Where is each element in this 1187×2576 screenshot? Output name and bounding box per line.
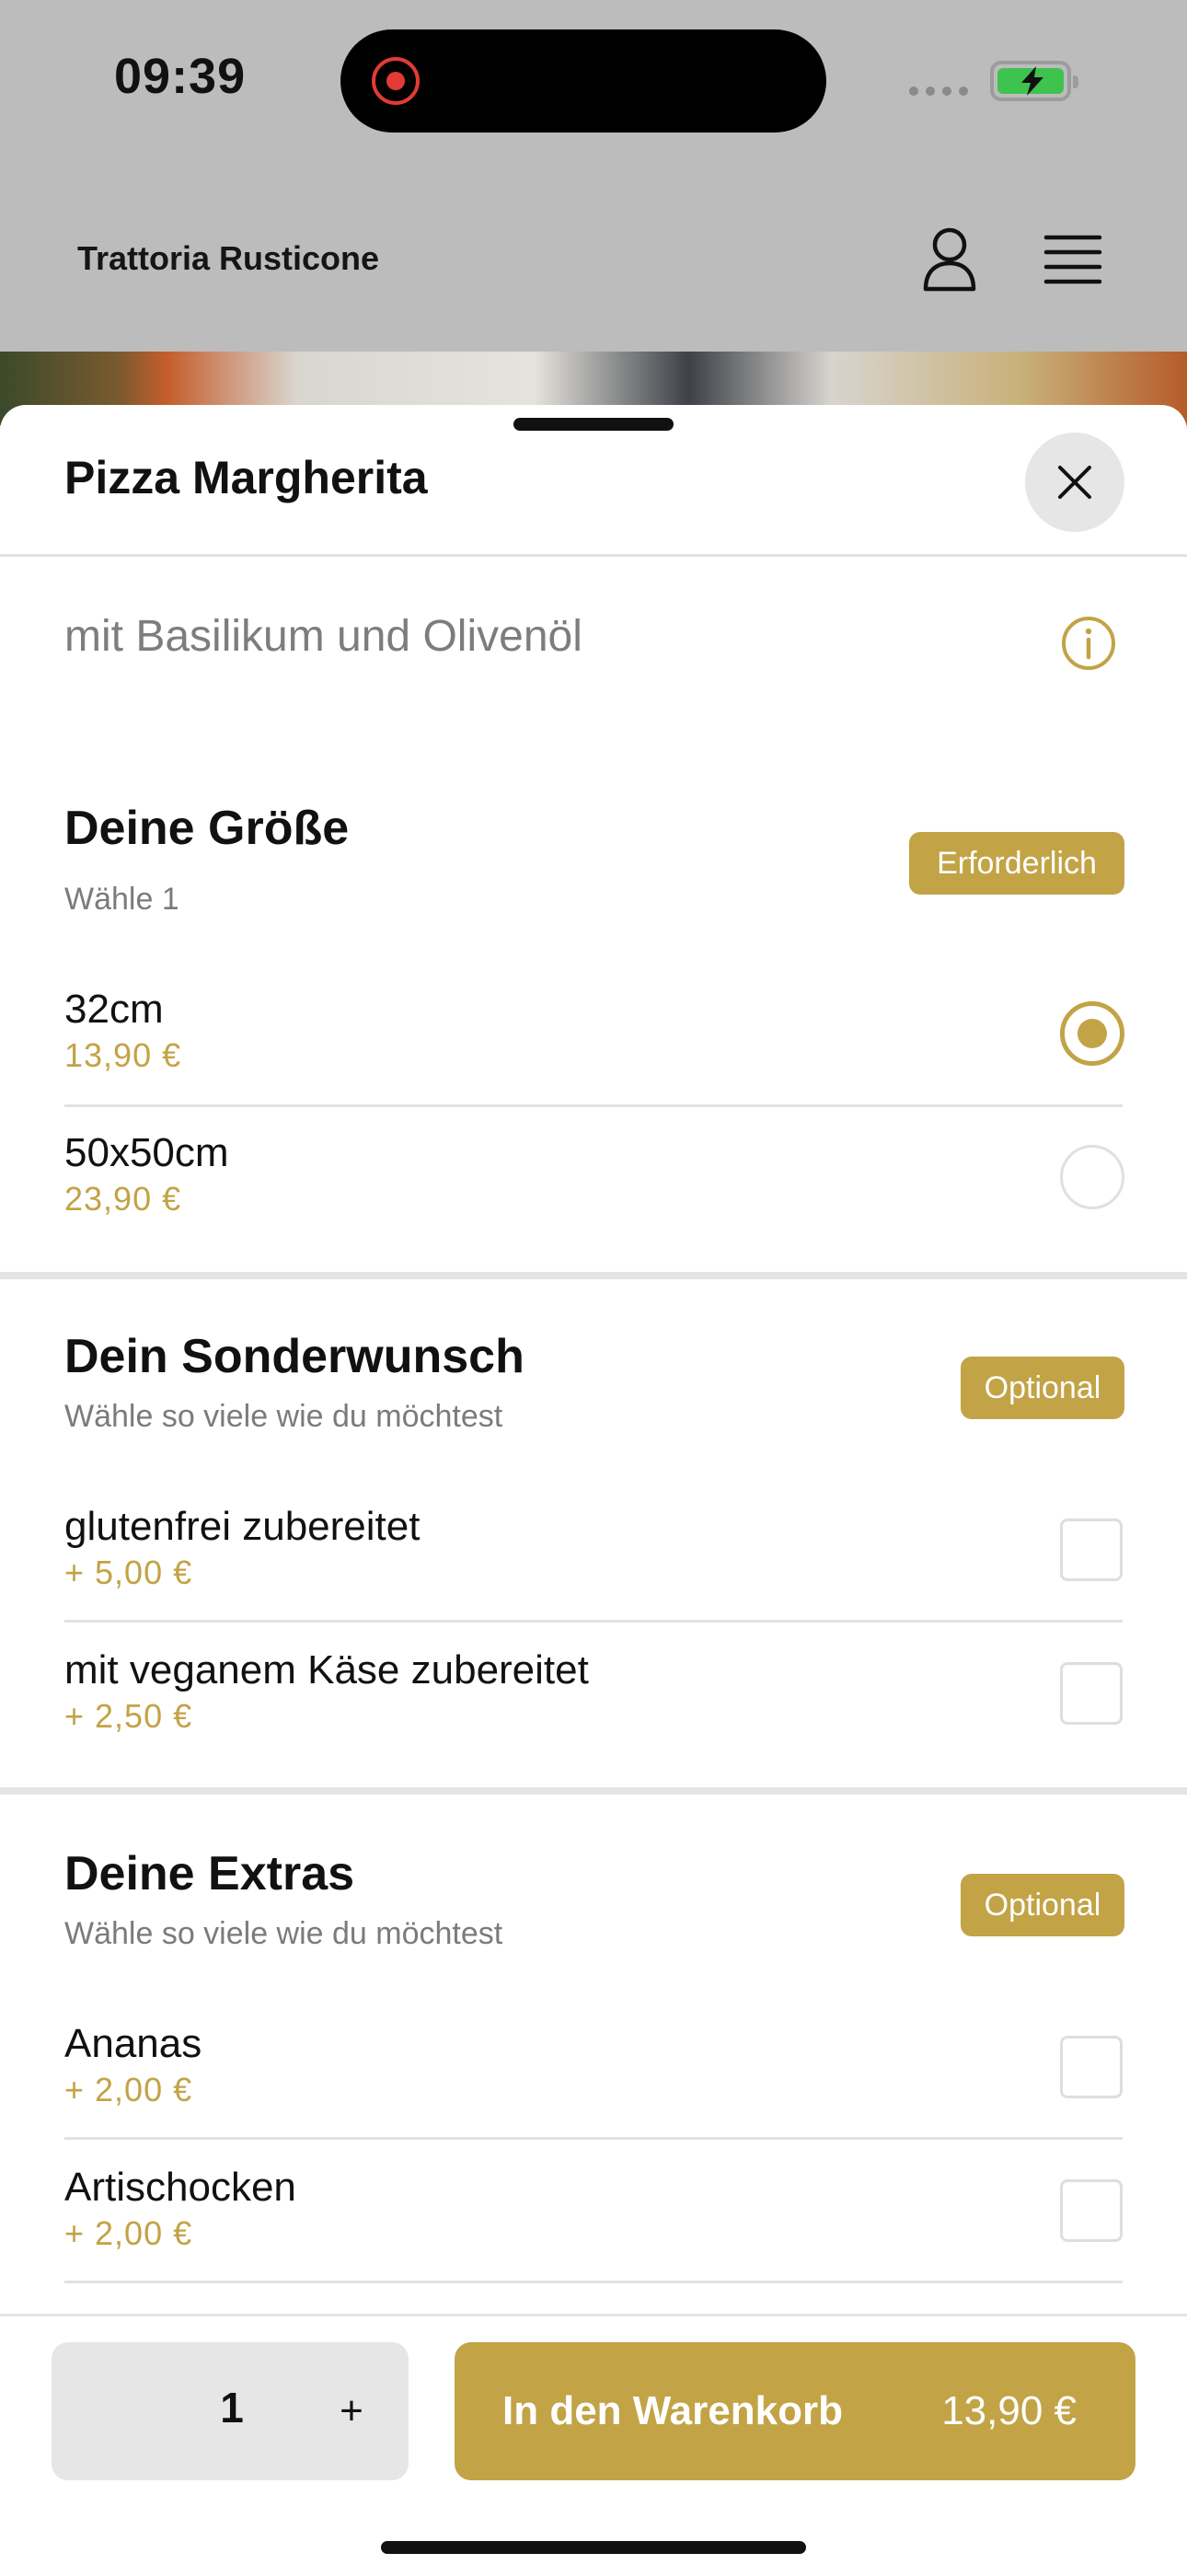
cart-total-price: 13,90 € xyxy=(941,2388,1077,2433)
close-button[interactable] xyxy=(1025,433,1124,532)
row-divider xyxy=(64,1620,1123,1623)
divider xyxy=(0,554,1187,557)
recording-icon xyxy=(372,57,420,105)
option-name: 50x50cm xyxy=(64,1130,229,1175)
status-time: 09:39 xyxy=(114,49,247,104)
product-description: mit Basilikum und Olivenöl xyxy=(64,612,582,661)
section-title-extras: Deine Extras xyxy=(64,1847,355,1900)
info-icon[interactable] xyxy=(1060,615,1117,676)
dynamic-island xyxy=(340,29,826,133)
section-subtitle-size: Wähle 1 xyxy=(64,882,179,917)
product-title: Pizza Margherita xyxy=(64,452,428,503)
hamburger-menu-icon[interactable] xyxy=(1043,232,1102,292)
add-to-cart-button[interactable]: In den Warenkorb 13,90 € xyxy=(455,2342,1135,2480)
battery-charging-icon xyxy=(990,61,1078,101)
required-badge: Erforderlich xyxy=(909,832,1124,895)
checkbox-vegan-cheese[interactable] xyxy=(1060,1662,1123,1725)
checkbox-glutenfrei[interactable] xyxy=(1060,1519,1123,1581)
option-name: 32cm xyxy=(64,987,164,1032)
checkbox-ananas[interactable] xyxy=(1060,2036,1123,2098)
product-sheet: Pizza Margherita mit Basilikum und Olive… xyxy=(0,405,1187,2573)
restaurant-name[interactable]: Trattoria Rusticone xyxy=(77,239,379,278)
option-name: mit veganem Käse zubereitet xyxy=(64,1647,589,1692)
home-indicator[interactable] xyxy=(381,2541,806,2554)
section-divider xyxy=(0,1272,1187,1279)
quantity-stepper: 1 + xyxy=(52,2342,409,2480)
option-name: Artischocken xyxy=(64,2165,296,2210)
close-icon xyxy=(1058,466,1091,499)
signal-icon xyxy=(909,87,968,96)
section-title-size: Deine Größe xyxy=(64,802,350,855)
sheet-grabber[interactable] xyxy=(513,418,674,431)
section-title-special: Dein Sonderwunsch xyxy=(64,1330,524,1383)
status-bar: 09:39 xyxy=(0,0,1187,166)
option-price: 13,90 € xyxy=(64,1036,182,1074)
cart-footer: 1 + In den Warenkorb 13,90 € xyxy=(0,2314,1187,2576)
user-icon[interactable] xyxy=(920,226,979,297)
option-name: glutenfrei zubereitet xyxy=(64,1504,421,1549)
increase-quantity-button[interactable]: + xyxy=(324,2379,379,2443)
quantity-value: 1 xyxy=(220,2384,244,2432)
app-header: Trattoria Rusticone xyxy=(0,166,1187,352)
option-price: 23,90 € xyxy=(64,1180,182,1218)
row-divider xyxy=(64,2281,1123,2283)
option-price: + 5,00 € xyxy=(64,1554,193,1591)
row-divider xyxy=(64,1104,1123,1107)
option-price: + 2,00 € xyxy=(64,2071,193,2108)
section-subtitle-extras: Wähle so viele wie du möchtest xyxy=(64,1916,503,1951)
optional-badge: Optional xyxy=(961,1357,1124,1419)
option-name: Ananas xyxy=(64,2021,202,2066)
size-radio-50x50cm[interactable] xyxy=(1060,1145,1124,1209)
optional-badge: Optional xyxy=(961,1874,1124,1936)
option-price: + 2,00 € xyxy=(64,2214,193,2252)
row-divider xyxy=(64,2137,1123,2140)
add-to-cart-label: In den Warenkorb xyxy=(502,2388,843,2433)
checkbox-artischocken[interactable] xyxy=(1060,2179,1123,2242)
size-radio-32cm[interactable] xyxy=(1060,1001,1124,1066)
section-divider xyxy=(0,1787,1187,1795)
section-subtitle-special: Wähle so viele wie du möchtest xyxy=(64,1399,503,1434)
option-price: + 2,50 € xyxy=(64,1697,193,1735)
